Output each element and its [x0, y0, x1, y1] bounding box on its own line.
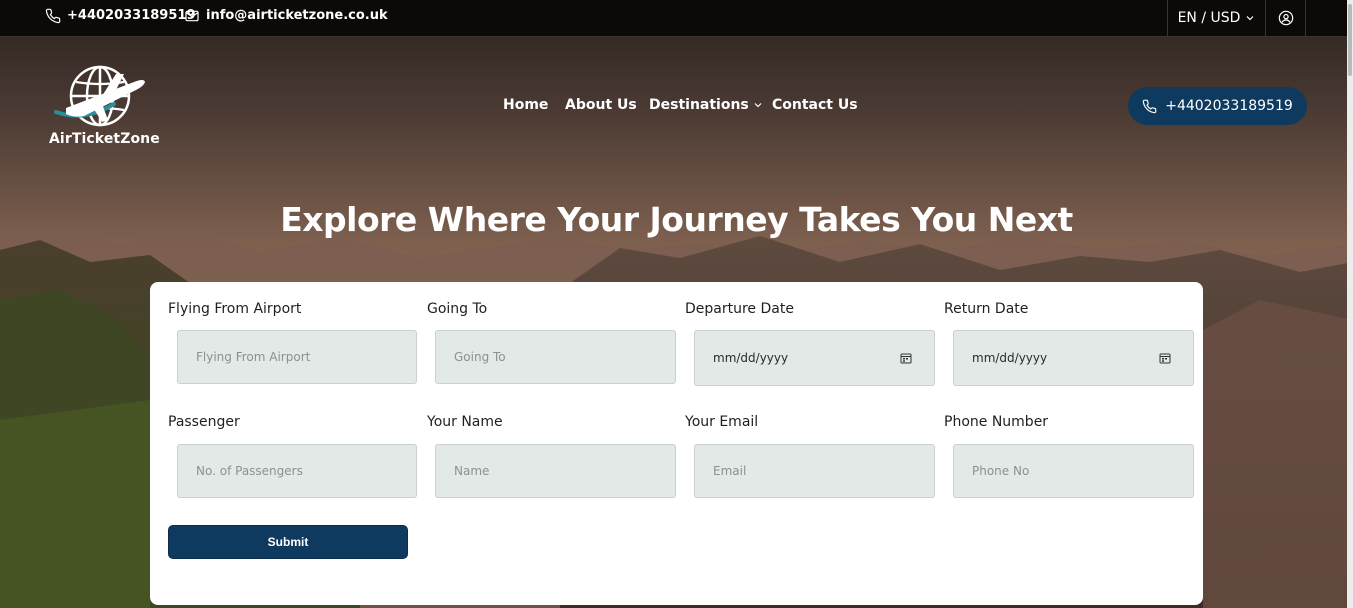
- globe-plane-logo: [54, 65, 145, 127]
- label-phone-number: Phone Number: [944, 414, 1049, 430]
- label-your-name: Your Name: [427, 414, 503, 430]
- nav-destinations[interactable]: Destinations: [649, 94, 763, 116]
- phone-input[interactable]: Phone No: [953, 444, 1194, 498]
- phone-placeholder: Phone No: [972, 464, 1030, 478]
- passenger-placeholder: No. of Passengers: [196, 464, 303, 478]
- nav-about-label: About Us: [565, 97, 637, 113]
- email-placeholder: Email: [713, 464, 747, 478]
- label-your-email: Your Email: [685, 414, 759, 430]
- nav-home-label: Home: [503, 97, 549, 113]
- departure-date-input[interactable]: mm/dd/yyyy: [694, 330, 935, 386]
- currency-label: EN / USD: [1177, 10, 1241, 26]
- label-flying-from: Flying From Airport: [168, 301, 302, 317]
- topbar-phone-text: +4402033189519: [67, 8, 196, 23]
- nav-contact-label: Contact Us: [772, 97, 858, 113]
- flight-enquiry-form: Flying From Airport Going To Departure D…: [150, 282, 1203, 605]
- chevron-down-icon: [1246, 16, 1254, 21]
- topbar-phone-link[interactable]: +4402033189519: [45, 0, 195, 31]
- calendar-icon[interactable]: [1159, 352, 1171, 364]
- going-to-placeholder: Going To: [454, 350, 506, 364]
- topbar-email-text: info@airticketzone.co.uk: [206, 8, 388, 23]
- submit-button[interactable]: Submit: [168, 525, 408, 559]
- name-placeholder: Name: [454, 464, 490, 478]
- going-to-input[interactable]: Going To: [435, 330, 676, 384]
- calendar-icon[interactable]: [900, 352, 912, 364]
- nav-about[interactable]: About Us: [565, 94, 637, 116]
- return-date-value: mm/dd/yyyy: [972, 351, 1048, 365]
- brand-name[interactable]: AirTicketZone: [49, 131, 160, 147]
- label-departure-date: Departure Date: [685, 301, 794, 317]
- topbar-email-link[interactable]: info@airticketzone.co.uk: [184, 0, 388, 31]
- flying-from-placeholder: Flying From Airport: [196, 350, 311, 364]
- call-button[interactable]: +4402033189519: [1128, 87, 1307, 125]
- label-going-to: Going To: [427, 301, 488, 317]
- call-button-label: +4402033189519: [1165, 98, 1293, 114]
- email-input[interactable]: Email: [694, 444, 935, 498]
- page-scrollbar[interactable]: [1347, 0, 1353, 608]
- label-return-date: Return Date: [944, 301, 1029, 317]
- nav-destinations-label: Destinations: [649, 97, 749, 113]
- phone-icon: [45, 8, 61, 23]
- nav-home[interactable]: Home: [503, 94, 548, 116]
- top-bar: +4402033189519 info@airticketzone.co.uk …: [0, 0, 1353, 37]
- account-button[interactable]: [1265, 0, 1306, 36]
- phone-icon: [1142, 99, 1157, 113]
- user-circle-icon: [1278, 10, 1293, 26]
- chevron-down-icon: [754, 103, 762, 108]
- mail-icon: [185, 10, 199, 21]
- name-input[interactable]: Name: [435, 444, 676, 498]
- return-date-input[interactable]: mm/dd/yyyy: [953, 330, 1194, 386]
- flying-from-input[interactable]: Flying From Airport: [177, 330, 417, 384]
- nav-contact[interactable]: Contact Us: [772, 94, 858, 116]
- label-passenger: Passenger: [168, 414, 240, 430]
- departure-date-value: mm/dd/yyyy: [713, 351, 789, 365]
- currency-selector[interactable]: EN / USD: [1167, 0, 1265, 36]
- scrollbar-thumb[interactable]: [1348, 4, 1352, 76]
- hero-title: Explore Where Your Journey Takes You Nex…: [280, 200, 1073, 239]
- passenger-input[interactable]: No. of Passengers: [177, 444, 417, 498]
